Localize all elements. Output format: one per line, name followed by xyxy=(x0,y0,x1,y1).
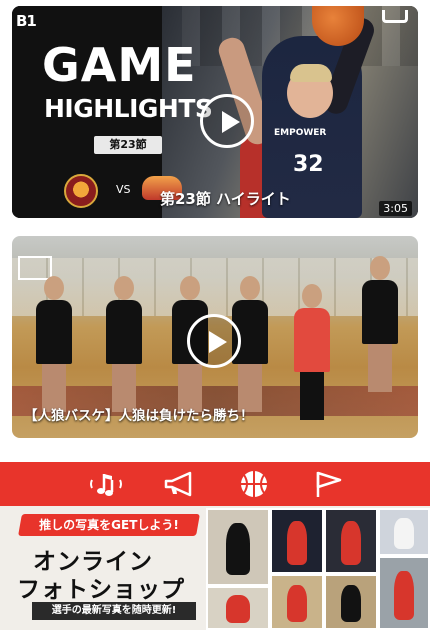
basketball-icon[interactable] xyxy=(234,468,274,500)
player-photo xyxy=(270,574,324,630)
game-highlights-video-card[interactable]: EMPOWER 32 B1 GAME HIGHLIGHTS 第23節 VS 第2… xyxy=(12,6,418,218)
play-button[interactable] xyxy=(187,314,241,368)
tagline-badge: 推しの写真をGETしよう! xyxy=(18,514,200,536)
player-photo xyxy=(324,574,378,630)
banner-title-line2: フォトショップ xyxy=(17,577,185,603)
player-figure xyxy=(292,284,332,434)
megaphone-icon[interactable] xyxy=(160,468,200,500)
player-photo xyxy=(270,508,324,574)
player-hair xyxy=(290,64,332,82)
jersey-sponsor-text: EMPOWER xyxy=(274,128,327,138)
jersey-number: 32 xyxy=(293,152,324,177)
banner-subtitle: 選手の最新写真を随時更新! xyxy=(32,602,196,620)
werewolf-basket-video-card[interactable]: 【人狼バスケ】人狼は負けたら勝ち！ xyxy=(12,236,418,438)
play-icon xyxy=(209,331,227,353)
music-note-icon[interactable] xyxy=(86,468,126,500)
video-duration: 3:05 xyxy=(379,201,412,216)
player-photo xyxy=(378,508,430,556)
section-badge: 第23節 xyxy=(94,136,162,154)
corner-logo-icon xyxy=(382,10,408,23)
play-button[interactable] xyxy=(200,94,254,148)
photo-collage xyxy=(204,506,430,630)
online-photo-shop-banner[interactable]: 推しの写真をGETしよう! オンライン フォトショップ 選手の最新写真を随時更新… xyxy=(0,506,430,630)
highlights-title-highlights: HIGHLIGHTS xyxy=(44,94,213,123)
flag-icon[interactable] xyxy=(308,468,348,500)
vs-label: VS xyxy=(116,183,131,196)
player-photo xyxy=(324,508,378,574)
tagline-text: 推しの写真をGETしよう! xyxy=(39,518,179,532)
category-nav-bar xyxy=(0,462,430,506)
play-icon xyxy=(222,111,240,133)
b1-league-logo: B1 xyxy=(16,12,37,30)
player-photo xyxy=(206,508,270,586)
player-figure xyxy=(360,256,400,406)
video-title: 第23節 ハイライト xyxy=(160,190,291,208)
home-team-logo-icon xyxy=(64,174,98,208)
player-photo xyxy=(378,556,430,630)
video-title: 【人狼バスケ】人狼は負けたら勝ち！ xyxy=(24,408,254,424)
highlights-title-game: GAME xyxy=(42,38,197,92)
player-photo xyxy=(206,586,270,630)
